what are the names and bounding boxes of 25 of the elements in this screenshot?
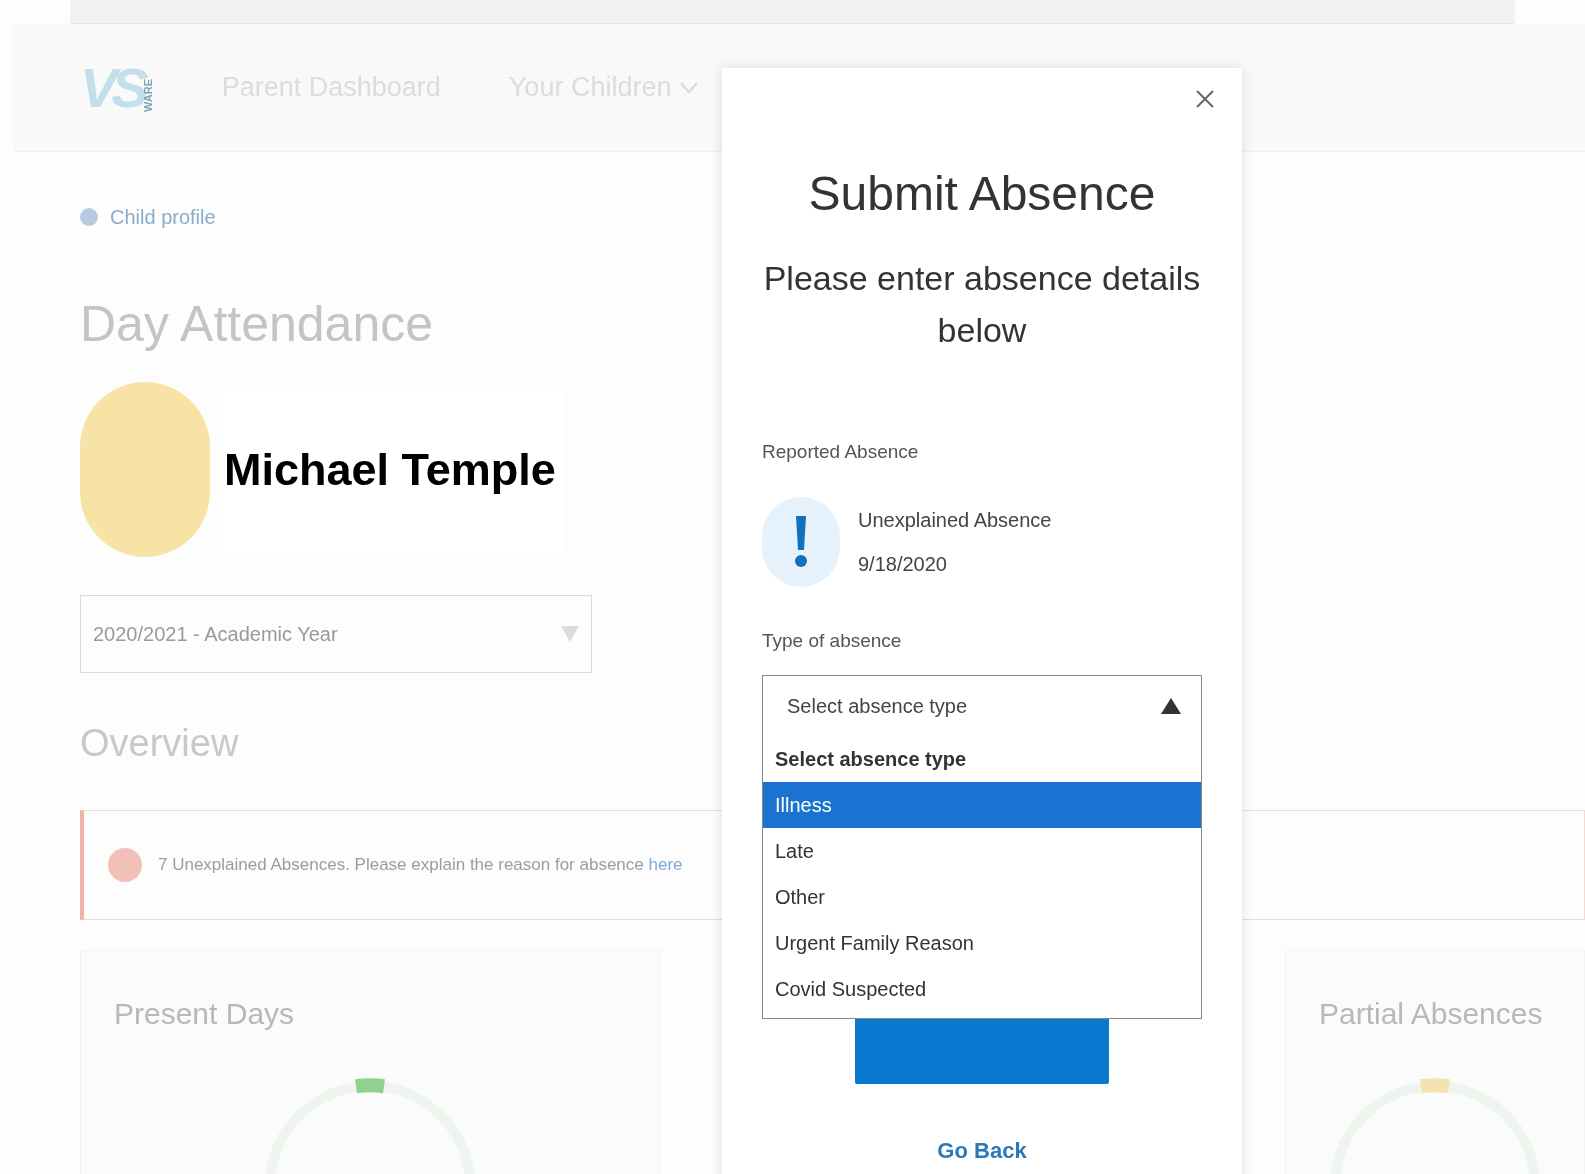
absence-type: Unexplained Absence bbox=[858, 507, 1052, 533]
modal-title: Submit Absence bbox=[808, 166, 1156, 222]
alert-icon bbox=[108, 848, 142, 882]
dropdown-option[interactable]: Urgent Family Reason bbox=[763, 920, 1201, 966]
alert-message: 7 Unexplained Absences. Please explain the reason for absence here bbox=[158, 854, 683, 877]
alert-link[interactable]: here bbox=[648, 855, 683, 875]
card-title: Partial Absences bbox=[1319, 996, 1543, 1032]
dropdown-option[interactable]: Covid Suspected bbox=[763, 966, 1201, 1012]
modal-subtitle: Please enter absence details below bbox=[762, 258, 1202, 351]
close-icon bbox=[1195, 89, 1215, 109]
year-select[interactable]: 2020/2021 - Academic Year bbox=[80, 595, 592, 673]
child-name: Michael Temple bbox=[224, 443, 556, 495]
page-title: Day Attendance bbox=[80, 295, 434, 354]
dropdown-option[interactable]: Select absence type bbox=[763, 736, 1201, 782]
back-icon bbox=[80, 208, 98, 226]
dropdown-option[interactable]: Other bbox=[763, 874, 1201, 920]
chevron-down-icon bbox=[679, 80, 700, 95]
triangle-down-icon bbox=[561, 626, 579, 642]
field-label: Type of absence bbox=[762, 628, 903, 653]
field-label: Reported Absence bbox=[762, 441, 919, 462]
go-back-link[interactable]: Go Back bbox=[937, 1134, 1027, 1167]
dropdown-option[interactable]: Illness bbox=[763, 782, 1201, 828]
dropdown-option[interactable]: Late bbox=[763, 828, 1201, 874]
card-title: Present Days bbox=[114, 996, 295, 1032]
absence-date: 9/18/2020 bbox=[858, 551, 948, 577]
